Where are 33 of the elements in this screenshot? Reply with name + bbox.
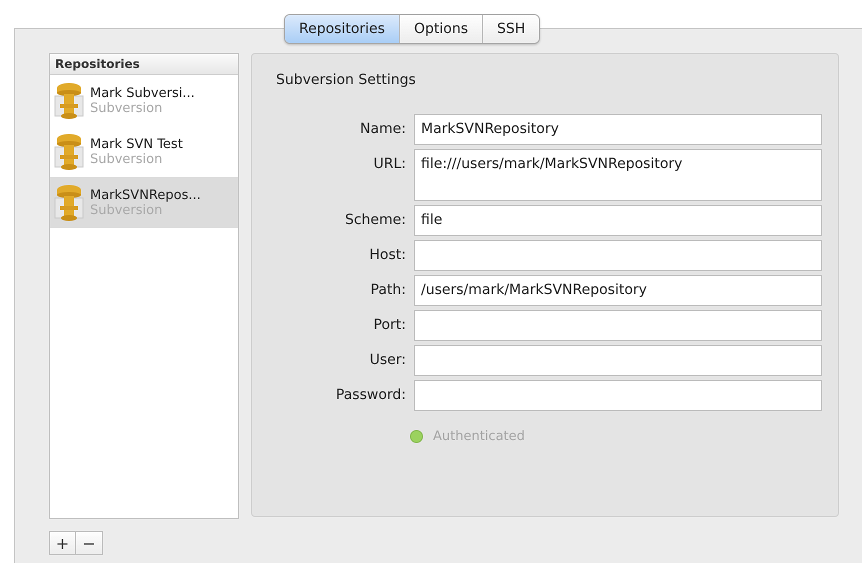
database-icon [54, 82, 84, 120]
input-field[interactable]: file [414, 205, 822, 236]
repository-type: Subversion [90, 100, 164, 116]
input-field[interactable] [414, 380, 822, 411]
field-label: Password: [334, 386, 406, 405]
database-icon [54, 184, 84, 222]
input-field[interactable] [414, 345, 822, 376]
field-label: Port: [372, 316, 406, 335]
status-text: Authenticated [433, 429, 525, 444]
status-dot [410, 430, 423, 443]
field-label: Path: [370, 281, 406, 300]
input-field[interactable] [414, 310, 822, 341]
field-label: Name: [358, 120, 406, 139]
input-field[interactable]: MarkSVNRepository [414, 114, 822, 145]
field-label: Scheme: [344, 211, 406, 230]
input-field[interactable] [414, 240, 822, 271]
tab[interactable]: SSH [483, 15, 540, 43]
panel-title: Subversion Settings [276, 72, 417, 88]
list-header: Repositories [50, 54, 238, 75]
repository-type: Subversion [90, 152, 164, 166]
field-label: Host: [368, 246, 406, 265]
repository-name: Mark SVN Test [90, 136, 183, 152]
tab[interactable]: Options [400, 15, 483, 43]
remove-button[interactable]: − [76, 532, 102, 554]
input-field[interactable]: /users/mark/MarkSVNRepository [414, 275, 822, 306]
database-icon [54, 132, 84, 170]
input-field[interactable]: file:///users/mark/MarkSVNRepository [414, 149, 822, 201]
field-label: URL: [372, 155, 406, 174]
add-button[interactable]: + [50, 532, 76, 554]
repository-name: MarkSVNRepos... [90, 188, 201, 202]
repository-name: Mark Subversi... [90, 86, 195, 100]
field-label: User: [368, 351, 406, 370]
tab[interactable]: Repositories [285, 15, 400, 43]
